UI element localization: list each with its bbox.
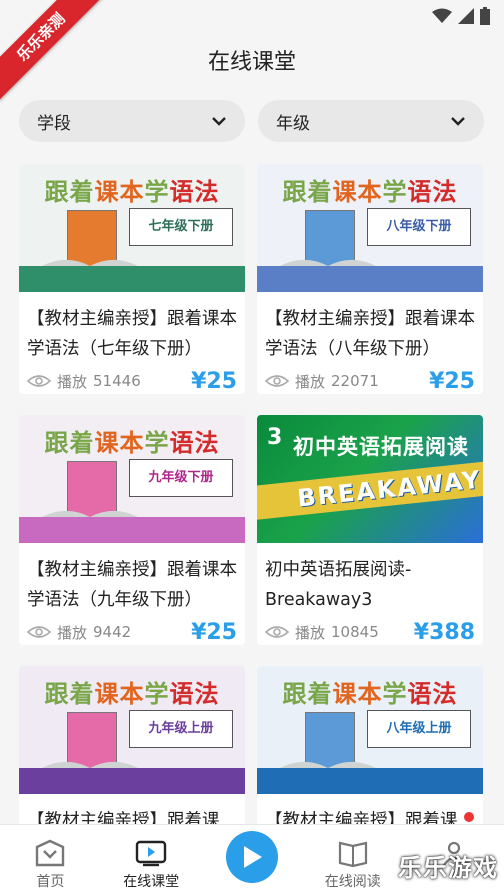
nav-play[interactable] xyxy=(202,825,303,896)
page-title: 在线课堂 xyxy=(207,50,296,75)
cover-series-title: 跟着课本学语法 xyxy=(282,178,458,206)
cover-number: 3 xyxy=(267,425,283,450)
course-card[interactable]: 跟着课本学语法 九年级下册 【教材主编亲授】跟着课本学语法（九年级下册） 播放 … xyxy=(19,415,245,645)
stage-dropdown[interactable]: 学段 xyxy=(19,100,245,142)
nav-online-class[interactable]: 在线课堂 xyxy=(101,825,202,896)
play-number: 51446 xyxy=(93,372,141,390)
cover-grade-label: 八年级上册 xyxy=(367,710,471,748)
play-count: 播放 9442 xyxy=(27,622,131,643)
eye-icon xyxy=(265,626,289,638)
play-count: 播放 10845 xyxy=(265,622,379,643)
stage-dropdown-label: 学段 xyxy=(37,113,71,134)
course-cover: 跟着课本学语法 八年级上册 xyxy=(257,666,483,794)
battery-icon xyxy=(480,7,490,25)
course-cover: 跟着课本学语法 九年级上册 xyxy=(19,666,245,794)
course-price: ¥25 xyxy=(191,368,237,394)
wifi-icon xyxy=(432,8,452,23)
nav-online-reading[interactable]: 在线阅读 xyxy=(302,825,403,896)
course-meta: 播放 22071 ¥25 xyxy=(257,364,483,394)
cover-series-title: 跟着课本学语法 xyxy=(44,680,220,708)
nav-home[interactable]: 首页 xyxy=(0,825,101,896)
nav-home-label: 首页 xyxy=(36,874,65,890)
course-cover: 跟着课本学语法 八年级下册 xyxy=(257,164,483,292)
course-price: ¥25 xyxy=(191,619,237,645)
chevron-down-icon xyxy=(212,117,226,126)
cover-grade-label: 八年级下册 xyxy=(367,208,471,246)
course-cover: 跟着课本学语法 七年级下册 xyxy=(19,164,245,292)
cover-band xyxy=(19,266,245,292)
course-price: ¥388 xyxy=(413,619,475,645)
notification-dot xyxy=(464,812,474,822)
book-icon xyxy=(338,841,367,867)
nav-online-reading-label: 在线阅读 xyxy=(324,874,381,890)
grade-dropdown-label: 年级 xyxy=(276,113,310,134)
course-card[interactable]: 跟着课本学语法 八年级下册 【教材主编亲授】跟着课本学语法（八年级下册） 播放 … xyxy=(257,164,483,394)
play-label: 播放 xyxy=(295,372,326,391)
play-number: 10845 xyxy=(331,623,379,641)
course-meta: 播放 10845 ¥388 xyxy=(257,615,483,645)
course-title: 【教材主编亲授】跟着课本学语法（九年级下册） xyxy=(27,560,237,610)
cover-grade-label: 九年级上册 xyxy=(129,710,233,748)
cover-series-title: 跟着课本学语法 xyxy=(282,680,458,708)
grade-dropdown[interactable]: 年级 xyxy=(258,100,484,142)
course-cover: 3 初中英语拓展阅读 BREAKAWAY xyxy=(257,415,483,543)
video-play-icon xyxy=(135,840,167,867)
course-meta: 播放 51446 ¥25 xyxy=(19,364,245,394)
course-cover: 跟着课本学语法 九年级下册 xyxy=(19,415,245,543)
cover-series-title: 跟着课本学语法 xyxy=(44,178,220,206)
course-title: 【教材主编亲授】跟着课本学语法（七年级下册） xyxy=(27,309,237,359)
chevron-down-icon xyxy=(451,117,465,126)
cover-band xyxy=(257,266,483,292)
cover-series-title: 跟着课本学语法 xyxy=(44,429,220,457)
play-label: 播放 xyxy=(57,372,88,391)
eye-icon xyxy=(27,375,51,387)
watermark: 乐乐游戏 xyxy=(398,854,498,882)
cover-grade-label: 七年级下册 xyxy=(129,208,233,246)
cover-grade-label: 九年级下册 xyxy=(129,459,233,497)
course-card[interactable]: 3 初中英语拓展阅读 BREAKAWAY 初中英语拓展阅读-Breakaway3… xyxy=(257,415,483,645)
play-label: 播放 xyxy=(295,623,326,642)
eye-icon xyxy=(265,375,289,387)
play-fab-button[interactable] xyxy=(225,831,278,883)
cover-band xyxy=(19,517,245,543)
course-meta: 播放 9442 ¥25 xyxy=(19,615,245,645)
signal-icon xyxy=(458,8,474,24)
nav-online-class-label: 在线课堂 xyxy=(123,874,180,890)
play-number: 22071 xyxy=(331,372,379,390)
course-title: 初中英语拓展阅读-Breakaway3 xyxy=(265,560,412,610)
cover-band xyxy=(257,768,483,794)
cover-band xyxy=(19,768,245,794)
cover-heading: 初中英语拓展阅读 xyxy=(293,435,469,459)
play-label: 播放 xyxy=(57,623,88,642)
play-count: 播放 22071 xyxy=(265,371,379,392)
play-count: 播放 51446 xyxy=(27,371,141,392)
home-icon xyxy=(36,839,65,867)
play-icon xyxy=(243,846,262,868)
status-icons xyxy=(432,7,490,25)
play-number: 9442 xyxy=(93,623,132,641)
course-price: ¥25 xyxy=(429,368,475,394)
eye-icon xyxy=(27,626,51,638)
course-card[interactable]: 跟着课本学语法 七年级下册 【教材主编亲授】跟着课本学语法（七年级下册） 播放 … xyxy=(19,164,245,394)
course-title: 【教材主编亲授】跟着课本学语法（八年级下册） xyxy=(265,309,475,359)
